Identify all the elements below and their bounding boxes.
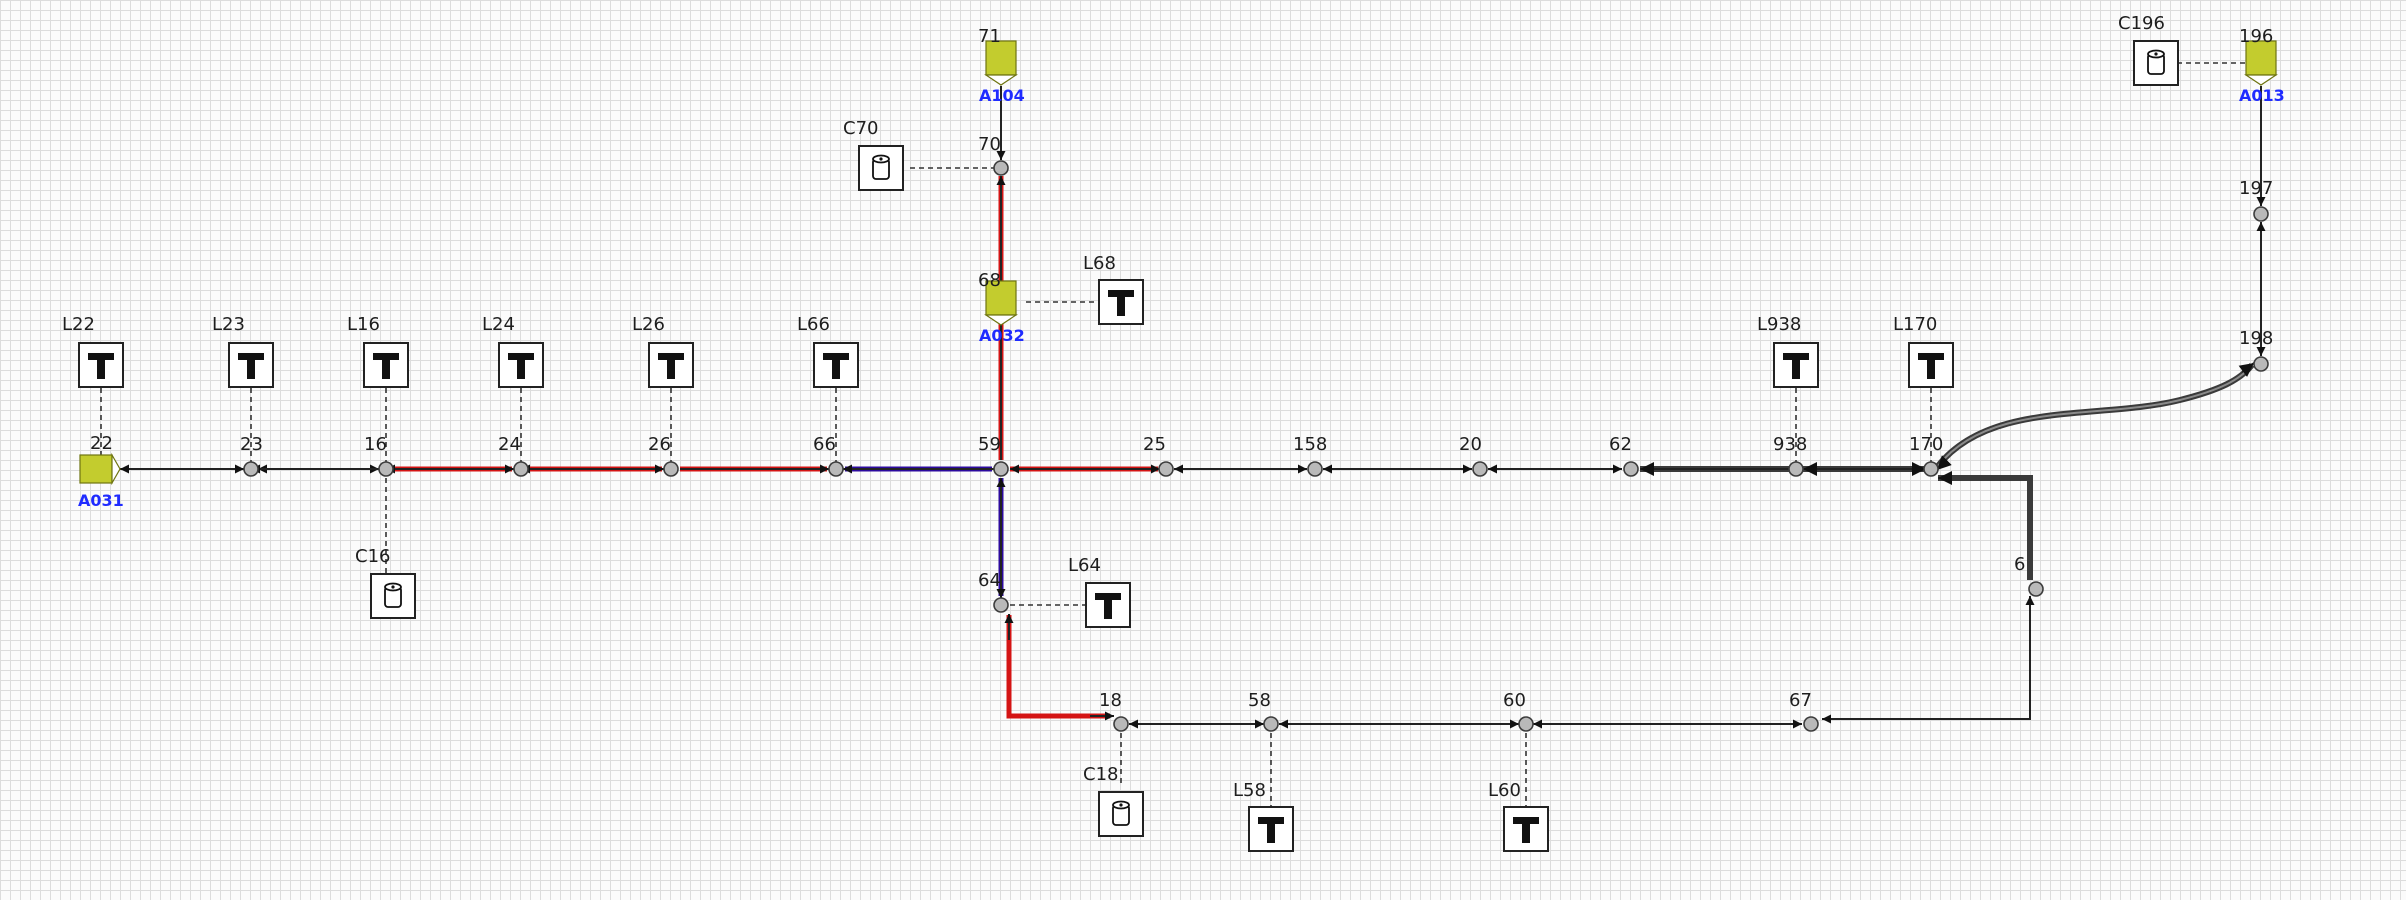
- label-16: 16: [364, 434, 387, 455]
- label-C16: C16: [355, 546, 390, 567]
- grey-path: [1640, 362, 2255, 580]
- label-L16: L16: [347, 314, 380, 335]
- label-198: 198: [2239, 328, 2273, 349]
- label-C70: C70: [843, 118, 878, 139]
- node-197: [2253, 206, 2269, 222]
- label-59: 59: [978, 434, 1001, 455]
- label-66: 66: [813, 434, 836, 455]
- plain-edges: [120, 86, 2266, 729]
- network-diagram[interactable]: 22 23 16 24 26 66 59 25 158 20 62 938 17…: [0, 0, 2406, 900]
- tool-L938-icon: [1773, 342, 1819, 388]
- source-A104: [984, 40, 1018, 86]
- label-6x: 6: [2014, 554, 2025, 575]
- nodes[interactable]: [243, 160, 2269, 732]
- label-23: 23: [240, 434, 263, 455]
- label-L58: L58: [1233, 780, 1266, 801]
- label-24: 24: [498, 434, 521, 455]
- node-62: [1623, 461, 1639, 477]
- can-labels: C70 C16 C18 C196: [355, 13, 2165, 785]
- node-938: [1788, 461, 1804, 477]
- tool-L66-icon: [813, 342, 859, 388]
- label-A013: A013: [2239, 86, 2285, 105]
- label-L22: L22: [62, 314, 95, 335]
- label-L938: L938: [1757, 314, 1801, 335]
- tool-L26-icon: [648, 342, 694, 388]
- node-60: [1518, 716, 1534, 732]
- node-59: [993, 461, 1009, 477]
- label-70: 70: [978, 134, 1001, 155]
- can-C18-icon: [1098, 791, 1144, 837]
- label-L26: L26: [632, 314, 665, 335]
- label-71: 71: [978, 26, 1001, 47]
- label-A104: A104: [979, 86, 1025, 105]
- label-62: 62: [1609, 434, 1632, 455]
- label-C196: C196: [2118, 13, 2165, 34]
- label-C18: C18: [1083, 764, 1118, 785]
- label-L66: L66: [797, 314, 830, 335]
- node-25: [1158, 461, 1174, 477]
- label-L64: L64: [1068, 555, 1101, 576]
- label-L68: L68: [1083, 253, 1116, 274]
- node-6x: [2028, 581, 2044, 597]
- tool-L24-icon: [498, 342, 544, 388]
- label-68: 68: [978, 270, 1001, 291]
- tool-L23-icon: [228, 342, 274, 388]
- tool-L60-icon: [1503, 806, 1549, 852]
- can-C16-icon: [370, 573, 416, 619]
- label-L170: L170: [1893, 314, 1937, 335]
- node-64: [993, 597, 1009, 613]
- label-67: 67: [1789, 690, 1812, 711]
- node-24: [513, 461, 529, 477]
- tool-L58-icon: [1248, 806, 1294, 852]
- label-197: 197: [2239, 178, 2273, 199]
- label-25: 25: [1143, 434, 1166, 455]
- node-18: [1113, 716, 1129, 732]
- label-58: 58: [1248, 690, 1271, 711]
- node-66: [828, 461, 844, 477]
- tool-L22-icon: [78, 342, 124, 388]
- node-23: [243, 461, 259, 477]
- label-18: 18: [1099, 690, 1122, 711]
- label-L23: L23: [212, 314, 245, 335]
- source-A013: [2244, 40, 2278, 86]
- tool-L170-icon: [1908, 342, 1954, 388]
- can-C196-icon: [2133, 40, 2179, 86]
- can-boxes[interactable]: [370, 40, 2179, 837]
- node-198: [2253, 356, 2269, 372]
- label-196: 196: [2239, 26, 2273, 47]
- label-64: 64: [978, 570, 1001, 591]
- label-A032: A032: [979, 326, 1025, 345]
- node-67: [1803, 716, 1819, 732]
- label-L24: L24: [482, 314, 515, 335]
- label-938: 938: [1773, 434, 1807, 455]
- node-16: [378, 461, 394, 477]
- node-158: [1307, 461, 1323, 477]
- tool-L64-icon: [1085, 582, 1131, 628]
- label-L60: L60: [1488, 780, 1521, 801]
- node-26: [663, 461, 679, 477]
- node-70: [993, 160, 1009, 176]
- label-26: 26: [648, 434, 671, 455]
- can-C70-icon: [858, 145, 904, 191]
- tool-L16-icon: [363, 342, 409, 388]
- label-158: 158: [1293, 434, 1327, 455]
- red-path: [251, 176, 1160, 721]
- label-A031: A031: [78, 491, 124, 510]
- source-blocks[interactable]: [79, 40, 2278, 486]
- node-58: [1263, 716, 1279, 732]
- label-60: 60: [1503, 690, 1526, 711]
- node-170: [1923, 461, 1939, 477]
- node-20: [1472, 461, 1488, 477]
- label-170: 170: [1909, 434, 1943, 455]
- source-A031: [79, 452, 121, 486]
- label-22: 22: [90, 433, 113, 454]
- label-20: 20: [1459, 434, 1482, 455]
- tool-L68-icon: [1098, 279, 1144, 325]
